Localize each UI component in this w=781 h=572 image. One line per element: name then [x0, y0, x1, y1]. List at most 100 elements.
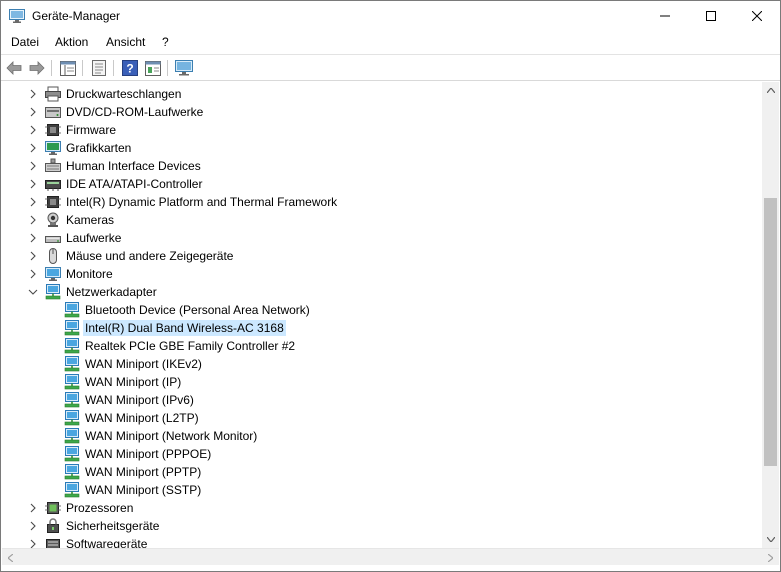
monitor-scan-icon	[175, 60, 193, 76]
chevron-down-icon[interactable]	[28, 286, 38, 298]
processor-icon	[45, 500, 61, 516]
chevron-right-icon[interactable]	[28, 520, 38, 532]
device-manager-app-icon	[9, 9, 25, 23]
device-tree[interactable]: Druckwarteschlangen DVD/CD-ROM-Laufwerke F…	[2, 82, 762, 548]
tree-category-label: Human Interface Devices	[66, 159, 201, 173]
tree-category[interactable]: IDE ATA/ATAPI-Controller	[2, 175, 762, 193]
chevron-right-icon[interactable]	[28, 232, 38, 244]
tree-device-item[interactable]: Bluetooth Device (Personal Area Network)	[2, 301, 762, 319]
maximize-icon	[706, 11, 716, 21]
forward-arrow-icon	[29, 61, 45, 75]
network-adapter-icon	[64, 320, 80, 336]
tree-category[interactable]: Monitore	[2, 265, 762, 283]
tree-category[interactable]: Laufwerke	[2, 229, 762, 247]
show-hide-console-tree-button[interactable]	[59, 59, 77, 77]
help-button[interactable]: ?	[121, 59, 139, 77]
network-adapter-icon	[45, 284, 61, 300]
chevron-right-icon[interactable]	[28, 88, 38, 100]
tree-category[interactable]: Prozessoren	[2, 499, 762, 517]
tree-device-label: WAN Miniport (PPPOE)	[85, 447, 212, 461]
chevron-right-icon[interactable]	[28, 124, 38, 136]
chevron-right-icon[interactable]	[28, 142, 38, 154]
drive-icon	[45, 230, 61, 246]
tree-device-label: WAN Miniport (L2TP)	[85, 411, 199, 425]
chevron-right-icon[interactable]	[28, 178, 38, 190]
tree-device-item[interactable]: WAN Miniport (IPv6)	[2, 391, 762, 409]
tree-device-item[interactable]: WAN Miniport (IP)	[2, 373, 762, 391]
tree-category-expanded[interactable]: Netzwerkadapter	[2, 283, 762, 301]
tree-device-item[interactable]: WAN Miniport (IKEv2)	[2, 355, 762, 373]
maximize-button[interactable]	[688, 1, 734, 31]
network-adapter-icon	[64, 410, 80, 426]
tree-device-label: Realtek PCIe GBE Family Controller #2	[85, 339, 296, 353]
tree-device-item[interactable]: WAN Miniport (Network Monitor)	[2, 427, 762, 445]
close-button[interactable]	[734, 1, 780, 31]
device-manager-window: Geräte-Manager Datei Aktion Ansicht ? ? …	[0, 0, 781, 572]
tree-device-item[interactable]: Intel(R) Dual Band Wireless-AC 3168	[2, 319, 762, 337]
tree-category-label: IDE ATA/ATAPI-Controller	[66, 177, 203, 191]
tree-device-item[interactable]: WAN Miniport (PPTP)	[2, 463, 762, 481]
mouse-icon	[45, 248, 61, 264]
title-bar: Geräte-Manager	[1, 1, 780, 31]
tree-device-item[interactable]: WAN Miniport (PPPOE)	[2, 445, 762, 463]
menu-help[interactable]: ?	[162, 35, 169, 49]
chevron-right-icon[interactable]	[28, 160, 38, 172]
chip-icon	[45, 194, 61, 210]
tree-device-label: Bluetooth Device (Personal Area Network)	[85, 303, 310, 317]
scan-hardware-button[interactable]	[175, 59, 193, 77]
details-button[interactable]	[90, 59, 108, 77]
chevron-right-icon[interactable]	[28, 196, 38, 208]
scroll-up-button[interactable]	[762, 82, 779, 99]
display-adapter-icon	[45, 140, 61, 156]
tree-device-item[interactable]: WAN Miniport (SSTP)	[2, 481, 762, 499]
tree-device-item[interactable]: WAN Miniport (L2TP)	[2, 409, 762, 427]
scroll-down-button[interactable]	[762, 531, 779, 548]
menu-datei[interactable]: Datei	[11, 35, 39, 49]
network-adapter-icon	[64, 356, 80, 372]
tree-category[interactable]: Mäuse und andere Zeigegeräte	[2, 247, 762, 265]
tree-category[interactable]: Softwaregeräte	[2, 535, 762, 548]
tree-category-label: Grafikkarten	[66, 141, 132, 155]
tree-category[interactable]: Kameras	[2, 211, 762, 229]
minimize-icon	[660, 15, 670, 17]
window-title: Geräte-Manager	[32, 9, 121, 23]
tree-category[interactable]: Human Interface Devices	[2, 157, 762, 175]
tree-category-label: Mäuse und andere Zeigegeräte	[66, 249, 234, 263]
disc-drive-icon	[45, 104, 61, 120]
chevron-right-icon[interactable]	[28, 502, 38, 514]
tree-device-label: WAN Miniport (IP)	[85, 375, 182, 389]
tree-category[interactable]: Intel(R) Dynamic Platform and Thermal Fr…	[2, 193, 762, 211]
minimize-button[interactable]	[642, 1, 688, 31]
toolbar-separator	[113, 60, 114, 76]
tree-category-label: Kameras	[66, 213, 115, 227]
tree-category[interactable]: DVD/CD-ROM-Laufwerke	[2, 103, 762, 121]
tree-category[interactable]: Firmware	[2, 121, 762, 139]
network-adapter-icon	[64, 464, 80, 480]
back-arrow-icon	[6, 61, 22, 75]
scroll-right-button[interactable]	[762, 549, 779, 566]
menu-aktion[interactable]: Aktion	[55, 35, 88, 49]
chevron-right-icon[interactable]	[28, 538, 38, 548]
scroll-left-button[interactable]	[2, 549, 19, 566]
tree-category-label: Sicherheitsgeräte	[66, 519, 160, 533]
vertical-scroll-thumb[interactable]	[764, 198, 777, 466]
back-button[interactable]	[5, 59, 23, 77]
properties-view-icon	[60, 60, 76, 76]
tree-category[interactable]: Druckwarteschlangen	[2, 85, 762, 103]
tree-category-label: Druckwarteschlangen	[66, 87, 182, 101]
chevron-right-icon[interactable]	[28, 250, 38, 262]
device-properties-button[interactable]	[144, 59, 162, 77]
horizontal-scrollbar[interactable]	[2, 548, 779, 565]
chevron-right-icon[interactable]	[28, 106, 38, 118]
close-icon	[752, 11, 762, 21]
forward-button[interactable]	[28, 59, 46, 77]
tree-category-label: Netzwerkadapter	[66, 285, 157, 299]
tree-device-item[interactable]: Realtek PCIe GBE Family Controller #2	[2, 337, 762, 355]
tree-category[interactable]: Grafikkarten	[2, 139, 762, 157]
tree-category[interactable]: Sicherheitsgeräte	[2, 517, 762, 535]
network-adapter-icon	[64, 446, 80, 462]
vertical-scrollbar[interactable]	[762, 82, 779, 548]
chevron-right-icon[interactable]	[28, 214, 38, 226]
chevron-right-icon[interactable]	[28, 268, 38, 280]
menu-ansicht[interactable]: Ansicht	[106, 35, 145, 49]
